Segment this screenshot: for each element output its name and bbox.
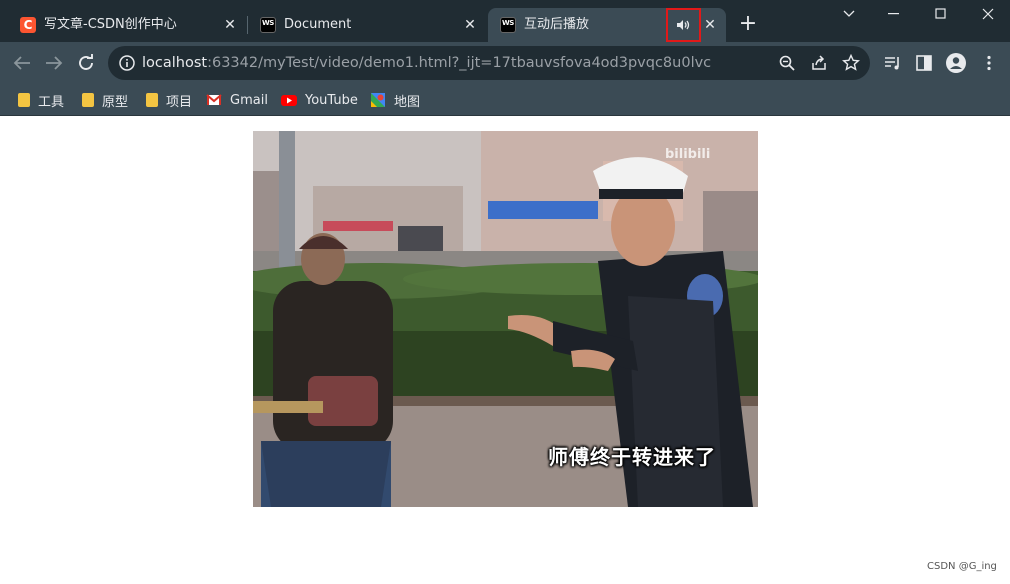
bookmark-projects[interactable]: 项目 (144, 91, 193, 110)
csdn-credit: CSDN @G_ing (927, 561, 997, 572)
csdn-favicon-icon: C (20, 17, 36, 33)
bookmark-maps[interactable]: 地图 (370, 91, 421, 110)
maximize-icon[interactable] (929, 4, 953, 24)
youtube-icon (281, 95, 297, 106)
media-control-icon[interactable] (884, 54, 902, 72)
webstorm-favicon-icon: WS (500, 17, 516, 33)
bookmark-star-icon[interactable] (842, 54, 860, 72)
url-path: :63342/myTest/video/demo1.html?_ijt=17tb… (207, 55, 712, 71)
gmail-icon (206, 94, 222, 105)
tab-close-icon[interactable]: ✕ (222, 17, 238, 33)
tab-search-icon[interactable] (837, 4, 861, 24)
menu-kebab-icon[interactable] (980, 54, 998, 72)
back-icon[interactable] (11, 52, 33, 74)
minimize-icon[interactable] (882, 4, 906, 24)
address-bar[interactable]: localhost:63342/myTest/video/demo1.html?… (108, 46, 870, 80)
video-player[interactable]: bilibili 师傅终于转进来了 (253, 131, 758, 507)
share-icon[interactable] (810, 54, 828, 72)
tab-close-icon[interactable]: ✕ (462, 17, 478, 33)
bookmark-label: 工具 (38, 94, 65, 110)
forward-icon[interactable] (43, 52, 65, 74)
folder-icon (82, 93, 94, 107)
site-info-icon[interactable] (118, 54, 136, 72)
zoom-icon[interactable] (778, 54, 796, 72)
tab-strip: C 写文章-CSDN创作中心 ✕ WS Document ✕ WS 互动后播放 … (0, 0, 1010, 42)
reload-icon[interactable] (75, 52, 97, 74)
new-tab-button[interactable]: + (738, 13, 758, 35)
webstorm-favicon-icon: WS (260, 17, 276, 33)
page-content: bilibili 师傅终于转进来了 CSDN @G_ing (0, 117, 1010, 584)
tab-document[interactable]: WS Document ✕ (248, 8, 486, 42)
profile-avatar-icon[interactable] (945, 52, 967, 74)
bookmark-label: 地图 (394, 94, 421, 110)
url-host: localhost (142, 55, 208, 71)
bookmark-gmail[interactable]: Gmail (206, 91, 268, 109)
maps-icon (371, 93, 385, 107)
tab-csdn-editor[interactable]: C 写文章-CSDN创作中心 ✕ (8, 8, 246, 42)
tab-title: 写文章-CSDN创作中心 (44, 17, 177, 32)
tab-audio-indicator[interactable] (666, 8, 701, 42)
bookmarks-bar: 工具 原型 项目 Gmail YouTube 地图 (0, 84, 1010, 116)
video-subtitle: 师傅终于转进来了 (548, 445, 716, 469)
browser-toolbar: localhost:63342/myTest/video/demo1.html?… (0, 42, 1010, 84)
bookmark-label: 项目 (166, 94, 193, 110)
tab-close-icon[interactable]: ✕ (702, 17, 718, 33)
folder-icon (146, 93, 158, 107)
bilibili-watermark: bilibili (665, 147, 711, 162)
bookmark-prototype[interactable]: 原型 (80, 91, 129, 110)
side-panel-icon[interactable] (915, 54, 933, 72)
folder-icon (18, 93, 30, 107)
bookmark-label: Gmail (230, 92, 268, 108)
speaker-icon (676, 20, 689, 30)
tab-title: Document (284, 17, 352, 32)
close-window-icon[interactable] (976, 4, 1000, 24)
bookmark-youtube[interactable]: YouTube (281, 91, 358, 109)
url-text[interactable]: localhost:63342/myTest/video/demo1.html?… (142, 55, 711, 71)
bookmark-label: 原型 (102, 94, 129, 110)
tab-title: 互动后播放 (524, 17, 590, 32)
bookmark-tools[interactable]: 工具 (16, 91, 65, 110)
bookmark-label: YouTube (305, 92, 358, 108)
